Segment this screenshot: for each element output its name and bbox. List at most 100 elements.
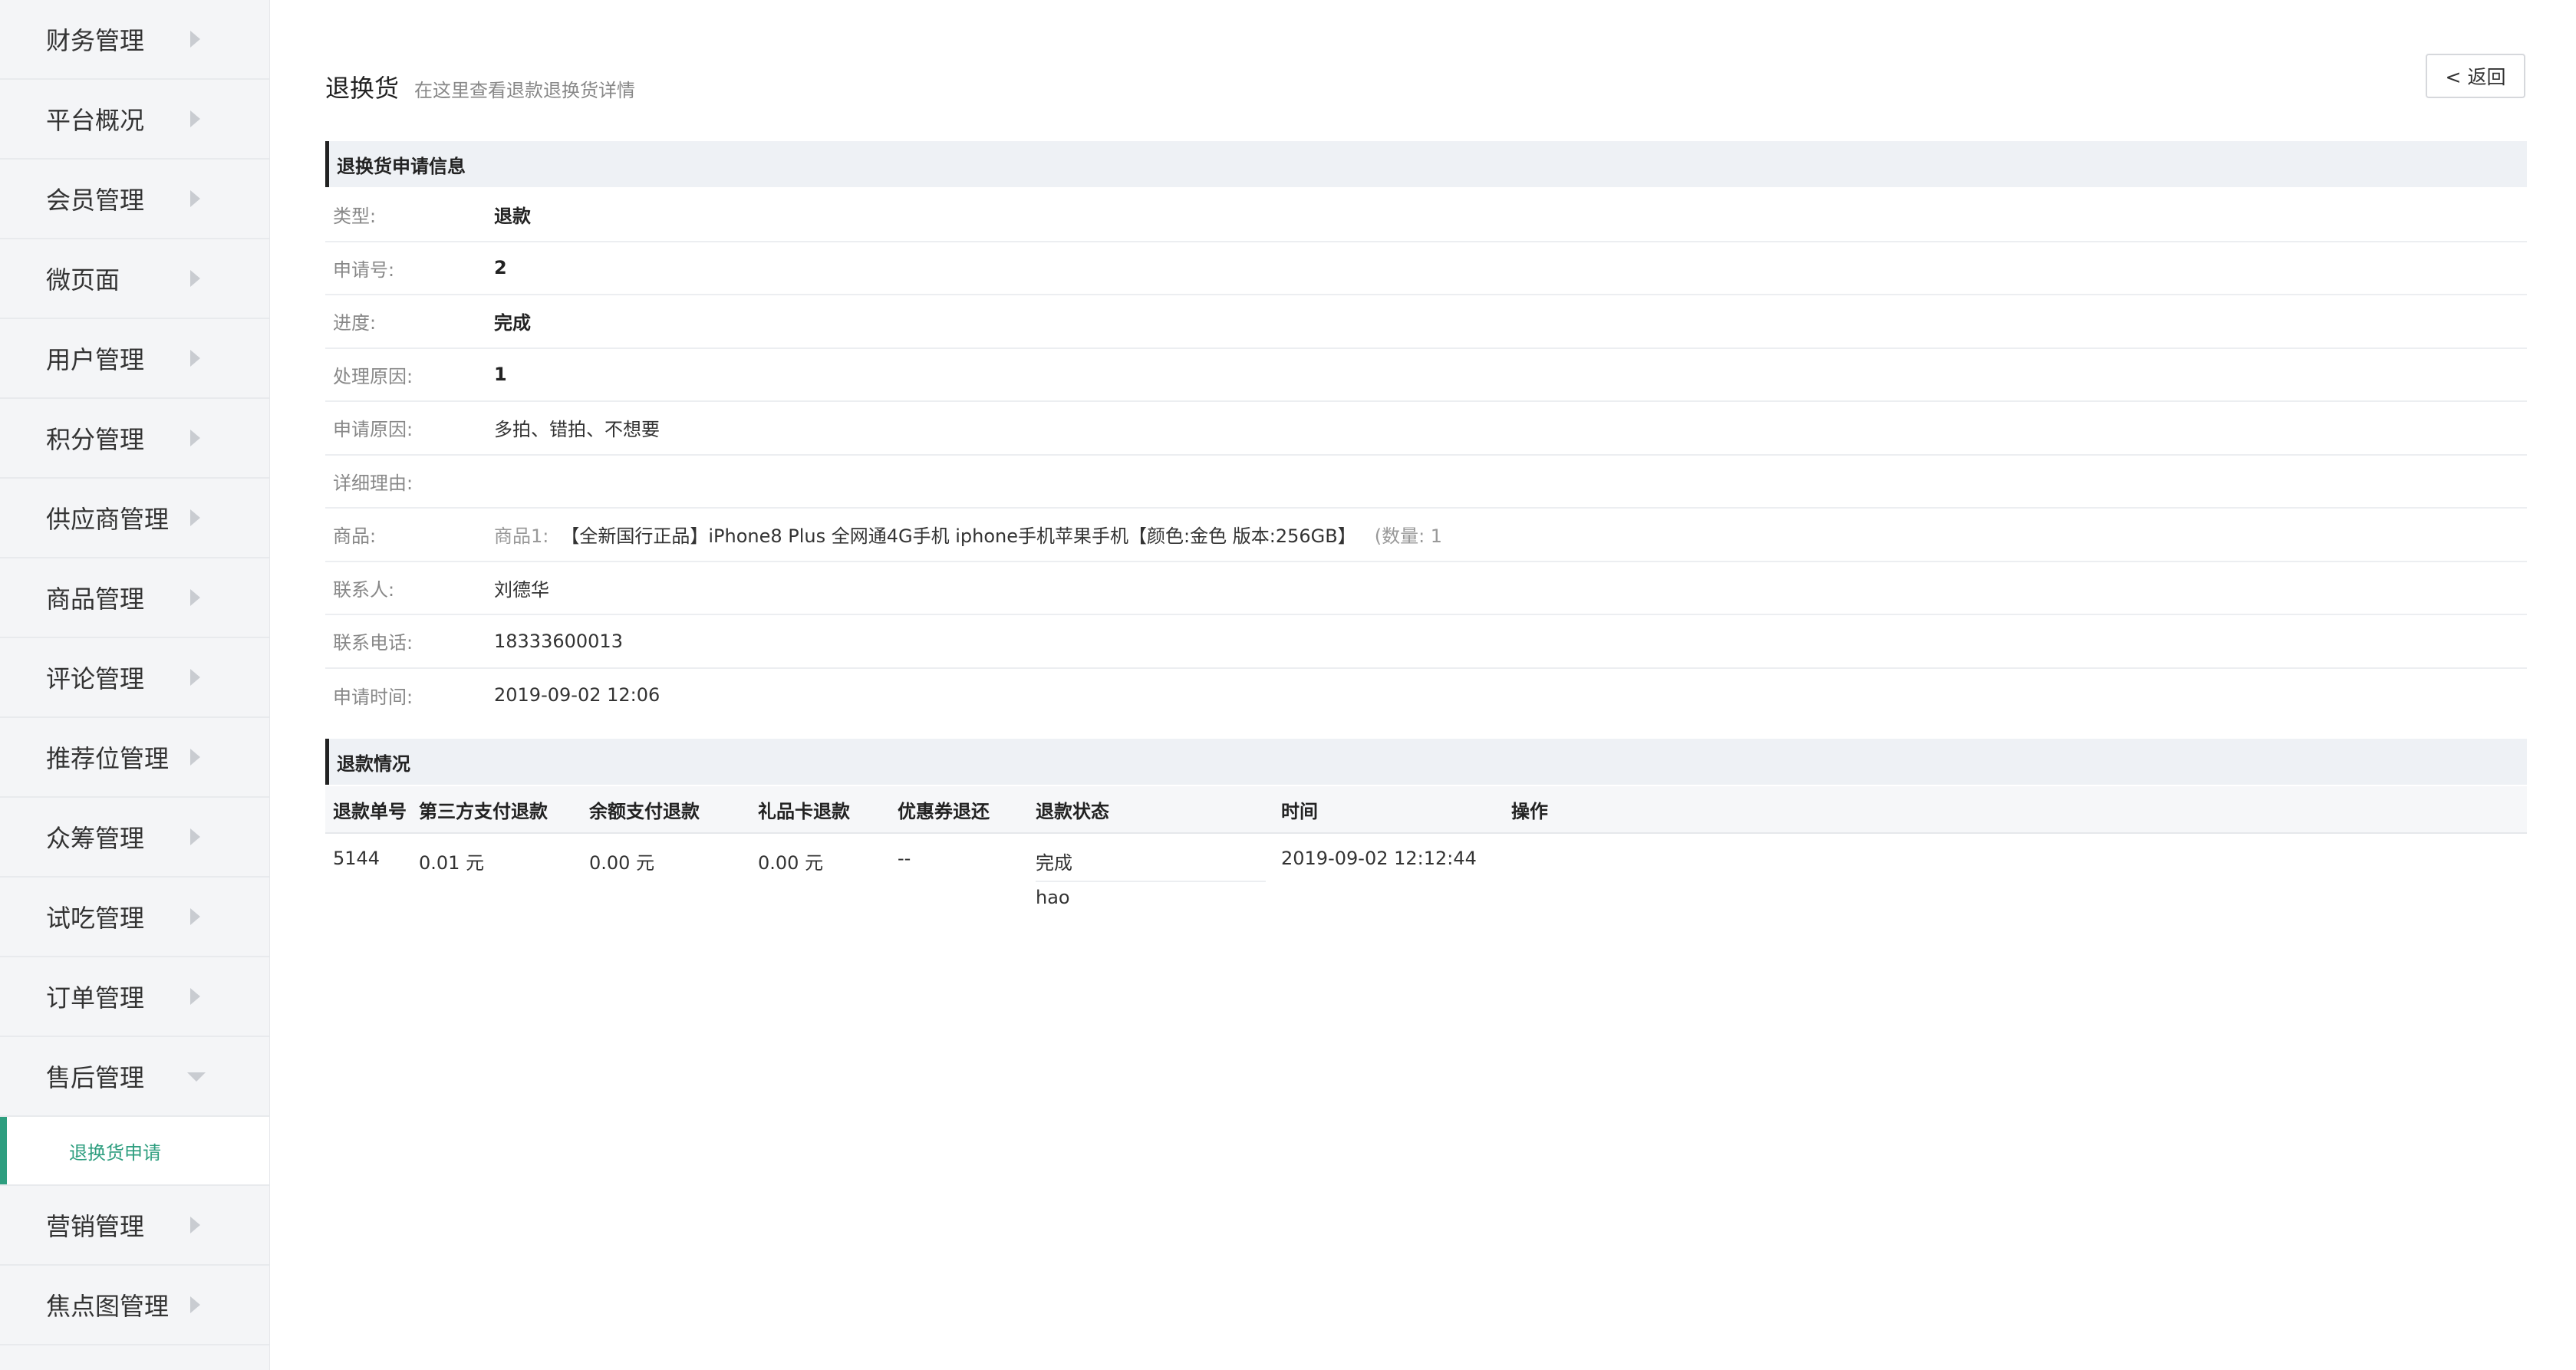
column-header: 操作 xyxy=(1511,800,1548,822)
sidebar-item-micro-page[interactable]: 微页面 xyxy=(0,239,269,319)
column-header: 时间 xyxy=(1281,800,1318,822)
sidebar-item-label: 众筹管理 xyxy=(46,824,145,853)
page-subtitle: 在这里查看退款退换货详情 xyxy=(414,80,636,101)
chevron-right-icon xyxy=(190,1217,200,1233)
chevron-right-icon xyxy=(190,509,200,526)
chevron-right-icon xyxy=(190,270,200,287)
info-label: 商品: xyxy=(333,525,377,548)
sidebar-item-label: 焦点图管理 xyxy=(46,1292,170,1321)
table-row: 5144 0.01 元 0.00 元 0.00 元 -- 完成 hao 2019… xyxy=(325,834,2527,908)
chevron-right-icon xyxy=(190,31,200,48)
chevron-right-icon xyxy=(190,669,200,686)
sidebar-item-label: 营销管理 xyxy=(46,1212,145,1241)
refund-gift-card: 0.00 元 xyxy=(758,852,824,874)
sidebar-item-crowdfunding[interactable]: 众筹管理 xyxy=(0,798,269,878)
info-label: 详细理由: xyxy=(333,472,413,494)
sidebar-item-label: 商品管理 xyxy=(46,585,145,614)
goods-qty: (数量: 1 xyxy=(1374,525,1443,548)
page-header: 退换货 在这里查看退款退换货详情 xyxy=(325,69,635,104)
sidebar-item-label: 评论管理 xyxy=(46,664,145,693)
refund-third-party: 0.01 元 xyxy=(419,852,485,874)
apply-info-list: 类型: 退款 申请号: 2 进度: 完成 处理原因: 1 申请原因: 多拍、错拍… xyxy=(325,189,2527,722)
sidebar-item-label: 供应商管理 xyxy=(46,505,170,534)
sidebar-item-products[interactable]: 商品管理 xyxy=(0,558,269,638)
refund-time: 2019-09-02 12:12:44 xyxy=(1281,848,1477,869)
chevron-right-icon xyxy=(190,749,200,766)
table-header: 退款单号 第三方支付退款 余额支付退款 礼品卡退款 优惠券退还 退款状态 时间 … xyxy=(325,786,2527,834)
info-label: 进度: xyxy=(333,312,377,334)
info-row-type: 类型: 退款 xyxy=(325,189,2527,242)
info-row-handle-reason: 处理原因: 1 xyxy=(325,349,2527,402)
info-label: 联系电话: xyxy=(333,632,413,654)
sidebar: 财务管理 平台概况 会员管理 微页面 用户管理 积分管理 供应商管理 商品管理 … xyxy=(0,0,270,1370)
info-label: 处理原因: xyxy=(333,365,413,387)
info-label: 联系人: xyxy=(333,578,395,601)
chevron-right-icon xyxy=(190,430,200,446)
sidebar-item-tasting[interactable]: 试吃管理 xyxy=(0,878,269,957)
sidebar-item-label: 推荐位管理 xyxy=(46,744,170,773)
info-label: 类型: xyxy=(333,206,377,228)
info-label: 申请号: xyxy=(333,259,395,281)
sidebar-item-label: 微页面 xyxy=(46,265,120,295)
info-row-phone: 联系电话: 18333600013 xyxy=(325,615,2527,669)
chevron-right-icon xyxy=(190,828,200,845)
sidebar-item-label: 订单管理 xyxy=(46,983,145,1013)
column-header: 余额支付退款 xyxy=(589,800,700,822)
chevron-right-icon xyxy=(190,350,200,367)
info-value: 完成 xyxy=(494,312,531,334)
section-title: 退款情况 xyxy=(337,753,410,775)
sidebar-item-orders[interactable]: 订单管理 xyxy=(0,957,269,1037)
sidebar-item-recommend-slots[interactable]: 推荐位管理 xyxy=(0,718,269,798)
refund-status-note: hao xyxy=(1036,887,1070,908)
info-row-apply-time: 申请时间: 2019-09-02 12:06 xyxy=(325,669,2527,723)
sidebar-item-platform-overview[interactable]: 平台概况 xyxy=(0,80,269,160)
column-header: 退款单号 xyxy=(333,800,407,822)
info-row-goods: 商品: 商品1: 【全新国行正品】iPhone8 Plus 全网通4G手机 iph… xyxy=(325,509,2527,562)
back-button[interactable]: < 返回 xyxy=(2426,54,2525,98)
refund-table: 退款单号 第三方支付退款 余额支付退款 礼品卡退款 优惠券退还 退款状态 时间 … xyxy=(325,786,2527,908)
info-value: 18333600013 xyxy=(494,630,623,652)
sidebar-item-points[interactable]: 积分管理 xyxy=(0,399,269,479)
sidebar-item-suppliers[interactable]: 供应商管理 xyxy=(0,479,269,558)
sidebar-item-banners[interactable]: 焦点图管理 xyxy=(0,1266,269,1345)
sidebar-item-label: 积分管理 xyxy=(46,425,145,454)
goods-index: 商品1: xyxy=(494,525,549,548)
sidebar-item-label: 试吃管理 xyxy=(46,904,145,933)
column-header: 优惠券退还 xyxy=(898,800,990,822)
goods-name: 【全新国行正品】iPhone8 Plus 全网通4G手机 iphone手机苹果手… xyxy=(561,525,1356,548)
chevron-right-icon xyxy=(190,908,200,925)
page-title: 退换货 xyxy=(325,74,400,103)
section-title: 退换货申请信息 xyxy=(337,155,466,177)
info-value: 退款 xyxy=(494,206,531,228)
sidebar-item-label: 售后管理 xyxy=(46,1063,145,1092)
sidebar-item-users[interactable]: 用户管理 xyxy=(0,319,269,399)
chevron-right-icon xyxy=(190,589,200,606)
sidebar-item-label: 会员管理 xyxy=(46,186,145,215)
sidebar-item-label: 财务管理 xyxy=(46,26,145,55)
info-row-progress: 进度: 完成 xyxy=(325,295,2527,349)
sidebar-item-after-sales[interactable]: 售后管理 xyxy=(0,1037,269,1117)
refund-coupon: -- xyxy=(898,848,911,869)
chevron-right-icon xyxy=(190,988,200,1005)
info-value: 2 xyxy=(494,257,507,279)
sidebar-subitem-return-requests[interactable]: 退换货申请 xyxy=(0,1117,269,1186)
info-value: 刘德华 xyxy=(494,578,549,601)
chevron-right-icon xyxy=(190,1296,200,1313)
refund-id: 5144 xyxy=(333,848,380,869)
info-value: 多拍、错拍、不想要 xyxy=(494,419,660,441)
chevron-down-icon xyxy=(187,1072,206,1082)
sidebar-item-members[interactable]: 会员管理 xyxy=(0,160,269,239)
sidebar-item-comments[interactable]: 评论管理 xyxy=(0,638,269,718)
info-value: 2019-09-02 12:06 xyxy=(494,684,660,706)
column-header: 礼品卡退款 xyxy=(758,800,850,822)
sidebar-item-finance[interactable]: 财务管理 xyxy=(0,0,269,80)
sidebar-item-label: 用户管理 xyxy=(46,345,145,374)
refund-status: 完成 xyxy=(1036,852,1072,874)
info-label: 申请原因: xyxy=(333,419,413,441)
info-row-contact: 联系人: 刘德华 xyxy=(325,562,2527,615)
sidebar-item-label: 平台概况 xyxy=(46,106,145,135)
info-value: 商品1: 【全新国行正品】iPhone8 Plus 全网通4G手机 iphone手… xyxy=(494,521,1442,548)
main-content: 退换货 在这里查看退款退换货详情 < 返回 退换货申请信息 类型: 退款 申请号… xyxy=(270,0,2576,1370)
section-header-apply-info: 退换货申请信息 xyxy=(325,141,2527,187)
sidebar-item-marketing[interactable]: 营销管理 xyxy=(0,1186,269,1266)
